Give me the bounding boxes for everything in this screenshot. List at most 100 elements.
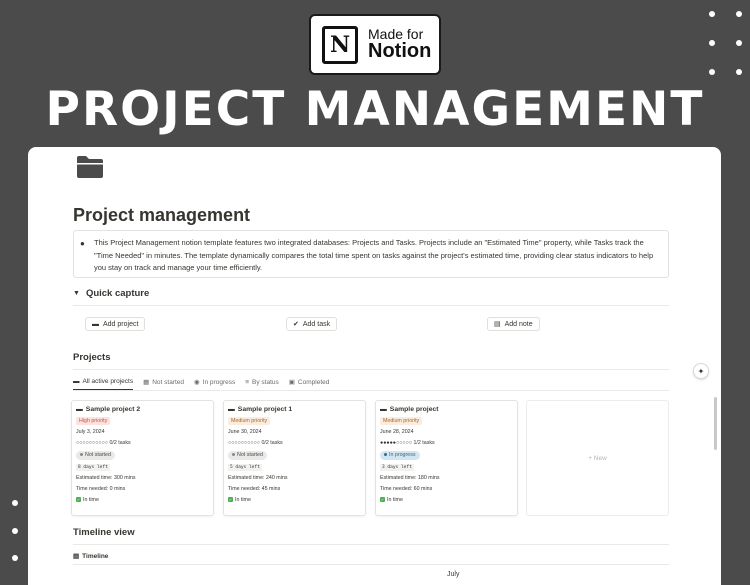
due-date: June 30, 2024 <box>228 429 262 435</box>
days-left: 8 days left <box>76 464 110 471</box>
tab-label: All active projects <box>82 378 134 385</box>
days-left: 5 days left <box>228 464 262 471</box>
callout-text: This Project Management notion template … <box>94 238 654 272</box>
play-icon: ◉ <box>194 379 200 386</box>
decor-dot <box>12 500 18 506</box>
decor-dot <box>736 69 742 75</box>
tab-label: Not started <box>152 378 185 386</box>
checkmark-icon: ✓ <box>76 497 81 503</box>
made-for-notion-badge: N Made for Notion <box>309 14 441 75</box>
new-card-button[interactable]: + New <box>526 400 669 516</box>
decor-dot <box>709 40 715 46</box>
card-title-text: Sample project 2 <box>85 406 141 413</box>
card-title-text: Sample project 1 <box>237 406 293 413</box>
tab-label: Timeline <box>82 552 109 560</box>
add-view-button[interactable]: ✦ <box>693 363 709 379</box>
due-date: July 3, 2024 <box>76 429 105 435</box>
note-icon: ▤ <box>494 321 501 328</box>
divider <box>73 305 669 306</box>
task-progress: ●●●●●○○○○○ 1/2 tasks <box>380 440 435 446</box>
stack-icon: ≡ <box>245 378 250 386</box>
divider <box>73 369 669 370</box>
folder-icon: ▬ <box>76 406 83 413</box>
badge-line-1: Made for <box>368 25 424 42</box>
time-needed: Time needed: 60 mins <box>380 486 433 492</box>
add-project-label: Add project <box>103 320 139 328</box>
divider <box>73 544 669 545</box>
card-title: ▬ Sample project 1 <box>228 406 365 413</box>
folder-icon: ▬ <box>228 406 235 413</box>
checkmark-icon: ✓ <box>228 497 233 503</box>
tab-in-progress[interactable]: ◉ In progress <box>194 378 235 390</box>
tab-label: Completed <box>297 378 330 386</box>
in-time-text: In time <box>235 497 251 503</box>
quick-capture-toggle[interactable]: ▼ Quick capture <box>73 288 149 299</box>
timeline-month: July <box>447 571 460 578</box>
card-title: ▬ Sample project 2 <box>76 406 213 413</box>
tab-label: In progress <box>202 378 236 386</box>
task-progress: ○○○○○○○○○○ 0/2 tasks <box>76 440 131 446</box>
estimated-time: Estimated time: 180 mins <box>380 475 440 481</box>
sparkle-icon: ✦ <box>697 366 705 376</box>
promo-title: PROJECT MANAGEMENT <box>45 82 705 137</box>
time-needed: Time needed: 0 mins <box>76 486 126 492</box>
add-task-button[interactable]: ✔ Add task <box>286 317 338 331</box>
add-project-button[interactable]: ▬ Add project <box>85 317 146 331</box>
due-date: June 28, 2024 <box>380 429 414 435</box>
decor-dot <box>12 555 18 561</box>
divider <box>73 390 669 391</box>
decor-dot <box>709 11 715 17</box>
decor-dot <box>736 40 742 46</box>
status-text: Not started <box>237 452 263 458</box>
days-left: 3 days left <box>380 464 414 471</box>
project-card[interactable]: ▬ Sample project 2 High priority July 3,… <box>71 400 214 516</box>
tab-not-started[interactable]: ▦ Not started <box>143 378 184 390</box>
tab-by-status[interactable]: ≡ By status <box>245 378 279 390</box>
table-icon: ▦ <box>143 379 150 386</box>
priority-badge: Medium priority <box>380 417 423 425</box>
estimated-time: Estimated time: 240 mins <box>228 475 288 481</box>
add-task-label: Add task <box>302 320 331 328</box>
tab-label: By status <box>252 378 279 386</box>
add-note-button[interactable]: ▤ Add note <box>487 317 540 331</box>
projects-heading: Projects <box>73 352 111 363</box>
tab-completed[interactable]: ▣ Completed <box>289 378 330 390</box>
in-time-text: In time <box>387 497 403 503</box>
estimated-time: Estimated time: 300 mins <box>76 475 136 481</box>
triangle-down-icon: ▼ <box>73 290 80 297</box>
project-card[interactable]: ▬ Sample project Medium priority June 28… <box>375 400 518 516</box>
status-text: In progress <box>389 452 416 458</box>
notion-page: Project management ● This Project Manage… <box>28 147 721 585</box>
project-card[interactable]: ▬ Sample project 1 Medium priority June … <box>223 400 366 516</box>
tab-timeline[interactable]: ▤ Timeline <box>73 552 109 561</box>
status-badge: In progress <box>380 451 420 460</box>
speech-bubble-icon: ● <box>80 239 85 248</box>
in-time-text: In time <box>83 497 99 503</box>
badge-line-2: Notion <box>368 40 432 63</box>
status-badge: Not started <box>228 451 267 460</box>
decor-dot <box>709 69 715 75</box>
timeline-heading: Timeline view <box>73 527 135 538</box>
description-callout: ● This Project Management notion templat… <box>73 230 669 278</box>
notion-logo: N <box>322 25 358 64</box>
decor-dot <box>12 528 18 534</box>
timeline-icon: ▤ <box>73 553 80 560</box>
card-title: ▬ Sample project <box>380 406 517 413</box>
time-needed: Time needed: 45 mins <box>228 486 281 492</box>
task-progress: ○○○○○○○○○○ 0/2 tasks <box>228 440 283 446</box>
view-tabs: ▬ All active projects ▦ Not started ◉ In… <box>73 378 339 390</box>
folder-icon: ▬ <box>380 406 387 413</box>
priority-badge: Medium priority <box>228 417 271 425</box>
add-note-label: Add note <box>504 320 533 328</box>
check-circle-icon: ✔ <box>293 321 299 328</box>
folder-icon: ▬ <box>92 320 99 328</box>
page-title: Project management <box>73 205 251 225</box>
divider <box>73 564 669 565</box>
scrollbar[interactable] <box>714 397 717 450</box>
archive-icon: ▣ <box>288 379 295 386</box>
quick-capture-title: Quick capture <box>85 288 150 299</box>
decor-dot <box>736 11 742 17</box>
tab-all-active-projects[interactable]: ▬ All active projects <box>73 378 134 390</box>
folder-icon <box>77 156 103 178</box>
checkmark-icon: ✓ <box>380 497 385 503</box>
